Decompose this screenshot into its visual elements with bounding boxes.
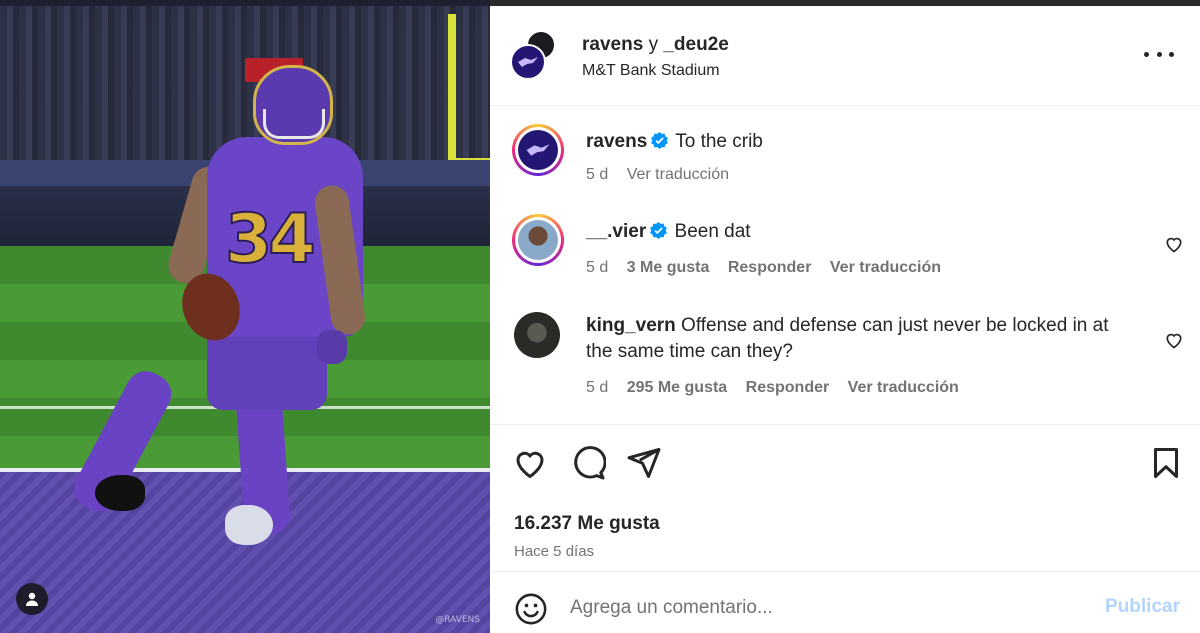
more-icon [1144,51,1149,57]
reply-link[interactable]: Responder [746,379,830,396]
post-header: ravens y _deu2e M&T Bank Stadium [490,6,1200,106]
comment-icon[interactable] [570,445,606,481]
translate-link[interactable]: Ver traducción [848,379,959,396]
comment-meta: 5 d Ver traducción [586,166,743,184]
coauthor-username[interactable]: _deu2e [663,34,728,55]
comment-likes[interactable]: 3 Me gusta [627,259,710,276]
post-actions: 16.237 Me gusta Hace 5 días [490,424,1200,564]
caption-comment: ravens To the crib 5 d Ver traducción [490,124,1200,204]
more-icon [1169,51,1174,57]
user-tag-icon [26,592,38,606]
comment-age: 5 d [586,259,609,276]
post-authors[interactable]: ravens y _deu2e [582,34,729,56]
reply-link[interactable]: Responder [728,259,812,276]
comment-item: king_vern Offense and defense can just n… [490,310,1200,410]
verified-icon [650,222,668,239]
comment-meta: 5 d 295 Me gusta Responder Ver traducció… [586,379,973,397]
post-timestamp: Hace 5 días [514,543,595,560]
comment-text-line: king_vern Offense and defense can just n… [586,313,1126,365]
avatar[interactable] [514,312,560,358]
media-watermark: @RAVENS [435,615,480,625]
like-count[interactable]: 16.237 Me gusta [514,513,660,535]
goalpost [448,14,456,164]
jersey-number: 34 [224,199,317,280]
comment-composer: Publicar [490,571,1200,633]
author-username[interactable]: ravens [582,34,643,55]
heart-icon[interactable] [512,445,548,481]
comment-input[interactable] [570,590,1070,626]
verified-icon [651,132,669,149]
emoji-icon[interactable] [514,592,548,626]
ravens-logo-icon [518,57,538,67]
publish-button[interactable]: Publicar [1105,596,1180,618]
translate-link[interactable]: Ver traducción [627,166,729,183]
comment-text: Been dat [674,221,751,242]
comment-username[interactable]: ravens [586,131,647,152]
comment-username[interactable]: __.vier [586,221,646,242]
more-icon [1156,51,1162,57]
user-tag-button[interactable] [16,583,48,615]
player-figure: 34 [67,65,375,555]
comment-likes[interactable]: 295 Me gusta [627,379,727,396]
helmet-facemask [263,109,325,139]
comment-age: 5 d [586,379,609,396]
post-media[interactable]: 34 @RAVENS [0,0,490,633]
ravens-logo-icon [526,144,550,156]
bookmark-icon[interactable] [1148,445,1184,481]
avatar[interactable] [512,214,564,266]
heart-icon[interactable] [1164,330,1184,350]
author-connector: y [648,34,659,55]
player-cleat [95,475,145,511]
post-panel: ravens y _deu2e M&T Bank Stadium ravens … [490,6,1200,633]
coauthor-avatars[interactable] [510,30,556,80]
comment-item: __.vier Been dat 5 d 3 Me gusta Responde… [490,214,1200,294]
translate-link[interactable]: Ver traducción [830,259,941,276]
comment-text-line: __.vier Been dat [586,219,1126,245]
avatar[interactable] [510,44,546,80]
comment-meta: 5 d 3 Me gusta Responder Ver traducción [586,259,955,277]
comment-text-line: ravens To the crib [586,129,1126,155]
player-cleat [225,505,273,545]
share-icon[interactable] [626,445,662,481]
more-options-button[interactable] [1144,42,1174,66]
comment-age: 5 d [586,166,609,183]
comment-text: To the crib [675,131,763,152]
post-location[interactable]: M&T Bank Stadium [582,62,720,80]
comment-username[interactable]: king_vern [586,315,676,336]
player-glove [317,330,347,364]
avatar[interactable] [512,124,564,176]
heart-icon[interactable] [1164,234,1184,254]
